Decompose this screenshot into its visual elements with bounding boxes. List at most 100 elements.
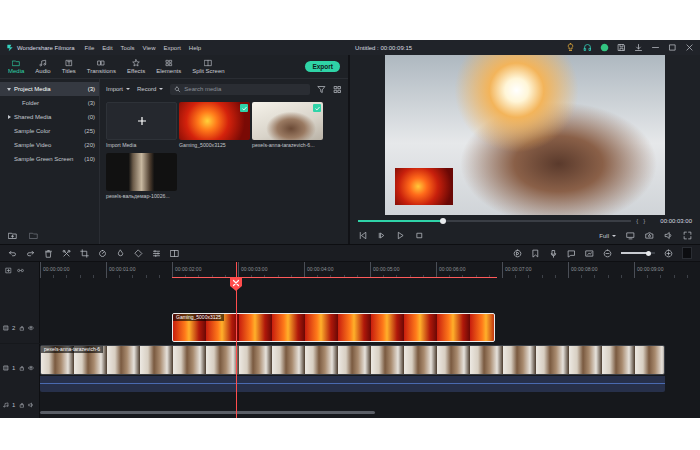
sidebar-item[interactable]: Shared Media(0) <box>0 110 99 124</box>
lock-icon[interactable] <box>19 365 25 371</box>
in-mark[interactable]: { <box>636 218 638 224</box>
import-dropdown[interactable]: Import <box>106 86 130 92</box>
transition-icon <box>97 59 105 67</box>
grid-view-icon[interactable] <box>333 85 342 94</box>
export-button[interactable]: Export <box>305 61 340 73</box>
step-icon[interactable] <box>377 231 386 240</box>
mic-icon[interactable] <box>549 249 558 258</box>
speed-icon[interactable] <box>98 249 107 258</box>
tab[interactable]: Titles <box>62 59 76 74</box>
audio-waveform[interactable] <box>40 376 665 392</box>
menu-item[interactable]: Help <box>189 45 201 51</box>
camera-icon[interactable] <box>645 231 654 240</box>
volume-icon[interactable] <box>664 231 673 240</box>
added-check-icon <box>240 104 248 112</box>
menu-item[interactable]: Tools <box>121 45 135 51</box>
sidebar-item[interactable]: Sample Video(20) <box>0 138 99 152</box>
title-bar: Wondershare Filmora File Edit Tools View Expo… <box>0 40 700 55</box>
redo-icon[interactable] <box>26 249 35 258</box>
folder-icon[interactable] <box>29 231 38 240</box>
adjust-icon[interactable] <box>152 249 161 258</box>
tab[interactable]: Effects <box>127 59 145 74</box>
tab[interactable]: Media <box>8 59 24 74</box>
avatar-icon[interactable] <box>600 43 609 52</box>
media-tile[interactable]: pexels-вальдемар-10026... <box>106 153 177 199</box>
close-icon[interactable] <box>685 43 694 52</box>
zoom-in-icon[interactable] <box>664 249 673 258</box>
preview-frame <box>385 55 665 215</box>
save-icon[interactable] <box>617 43 626 52</box>
media-tile[interactable]: Gaming_5000x3125 <box>179 102 250 148</box>
fit-button[interactable] <box>682 247 692 259</box>
media-tile[interactable]: pexels-anna-tarazevich-6... <box>252 102 323 148</box>
menu-item[interactable]: File <box>85 45 95 51</box>
keyframe-icon[interactable] <box>134 249 143 258</box>
zoom-out-icon[interactable] <box>603 249 612 258</box>
stop-icon[interactable] <box>415 231 424 240</box>
volume-icon[interactable] <box>28 402 34 408</box>
ruler-label: 00:00:01:00 <box>106 262 172 278</box>
maximize-icon[interactable] <box>668 43 677 52</box>
minimize-icon[interactable] <box>651 43 660 52</box>
filter-icon[interactable] <box>317 85 326 94</box>
menu-item[interactable]: Export <box>164 45 181 51</box>
search-field[interactable]: Search media <box>170 84 310 95</box>
music-icon <box>39 59 47 67</box>
selection-range <box>172 277 497 279</box>
monitor-icon[interactable] <box>626 231 635 240</box>
playhead-scissors-icon[interactable] <box>229 276 243 292</box>
folder-icon <box>12 59 20 67</box>
marker-icon[interactable] <box>531 249 540 258</box>
headset-icon[interactable] <box>583 43 592 52</box>
split-icon[interactable] <box>170 249 179 258</box>
horizontal-scrollbar[interactable] <box>40 411 375 414</box>
top-margin <box>0 0 700 40</box>
lock-icon[interactable] <box>19 402 25 408</box>
scissors-icon[interactable] <box>62 249 71 258</box>
preview-progress[interactable] <box>358 220 631 222</box>
ruler-label: 00:00:09:00 <box>634 262 700 278</box>
caption-icon[interactable] <box>567 249 576 258</box>
link-icon[interactable] <box>17 267 24 274</box>
snapshot-icon[interactable] <box>585 249 594 258</box>
skipback-icon[interactable] <box>358 231 367 240</box>
tab[interactable]: Split Screen <box>192 59 224 74</box>
crop-icon[interactable] <box>80 249 89 258</box>
playhead[interactable] <box>236 262 237 418</box>
menu-item[interactable]: View <box>143 45 156 51</box>
render-icon[interactable] <box>513 249 522 258</box>
sidebar-item[interactable]: Sample Color(25) <box>0 124 99 138</box>
undo-icon[interactable] <box>8 249 17 258</box>
bulb-icon[interactable] <box>566 43 575 52</box>
lock-icon[interactable] <box>19 325 25 331</box>
quality-dropdown[interactable]: Full <box>599 233 616 239</box>
trash-icon[interactable] <box>44 249 53 258</box>
clip[interactable]: Gaming_5000x3125 <box>172 313 495 342</box>
eye-icon[interactable] <box>28 365 34 371</box>
zoom-slider[interactable] <box>621 252 655 254</box>
time-ruler[interactable]: 00:00:00:0000:00:01:0000:00:02:0000:00:0… <box>40 262 700 278</box>
tab[interactable]: Elements <box>156 59 181 74</box>
download-icon[interactable] <box>634 43 643 52</box>
media-tile[interactable]: Import Media <box>106 102 177 148</box>
tab[interactable]: Audio <box>35 59 50 74</box>
fullscreen-icon[interactable] <box>683 231 692 240</box>
overlay-clip[interactable] <box>395 168 453 205</box>
record-dropdown[interactable]: Record <box>137 86 163 92</box>
play-icon[interactable] <box>396 231 405 240</box>
thumbnail <box>106 102 177 140</box>
eye-icon[interactable] <box>28 325 34 331</box>
menu-item[interactable]: Edit <box>102 45 112 51</box>
brand: Wondershare Filmora <box>6 44 75 52</box>
sidebar-item[interactable]: Project Media(3) <box>0 82 99 96</box>
new-folder-icon[interactable] <box>8 231 17 240</box>
sidebar-item[interactable]: Sample Green Screen(10) <box>0 152 99 166</box>
add-track-icon[interactable] <box>5 267 12 274</box>
color-icon[interactable] <box>116 249 125 258</box>
window-controls <box>566 43 694 52</box>
clip[interactable]: pexels-anna-tarazevich-6 <box>40 345 665 375</box>
timeline: 00:00:00:0000:00:01:0000:00:02:0000:00:0… <box>0 262 700 418</box>
out-mark[interactable]: } <box>643 218 645 224</box>
tab[interactable]: Transitions <box>87 59 116 74</box>
sidebar-item[interactable]: Folder(3) <box>0 96 99 110</box>
